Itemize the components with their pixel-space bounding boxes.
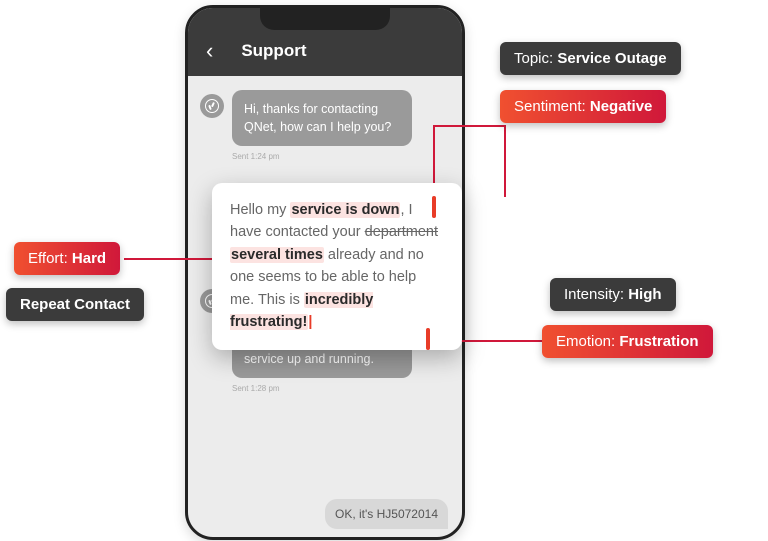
back-icon[interactable]: ‹: [206, 38, 213, 64]
connector-line: [504, 125, 506, 197]
tag-intensity: Intensity: High: [550, 278, 676, 311]
analyzed-message: Hello my service is down, I have contact…: [212, 183, 462, 350]
agent-avatar: [200, 94, 224, 118]
phone-notch: [260, 8, 390, 30]
tag-topic: Topic: Service Outage: [500, 42, 681, 75]
connector-bar: [432, 196, 436, 218]
tag-effort: Effort: Hard: [14, 242, 120, 275]
highlight-repeat: several times: [230, 247, 324, 263]
tag-repeat: Repeat Contact: [6, 288, 144, 321]
timestamp: Sent 1:28 pm: [232, 384, 450, 393]
mark-icon: |: [308, 314, 312, 330]
page-title: Support: [241, 41, 306, 61]
highlight-topic: service is down: [290, 202, 400, 218]
agent-message: Hi, thanks for contacting QNet, how can …: [232, 90, 412, 146]
user-message-cut: OK, it's HJ5072014: [325, 499, 448, 529]
refresh-icon: [205, 99, 219, 113]
connector-line: [124, 258, 214, 260]
tag-emotion: Emotion: Frustration: [542, 325, 713, 358]
timestamp: Sent 1:24 pm: [232, 152, 450, 161]
agent-row: Hi, thanks for contacting QNet, how can …: [200, 90, 450, 146]
connector-line: [434, 125, 506, 127]
connector-bar: [426, 328, 430, 350]
tag-sentiment: Sentiment: Negative: [500, 90, 666, 123]
